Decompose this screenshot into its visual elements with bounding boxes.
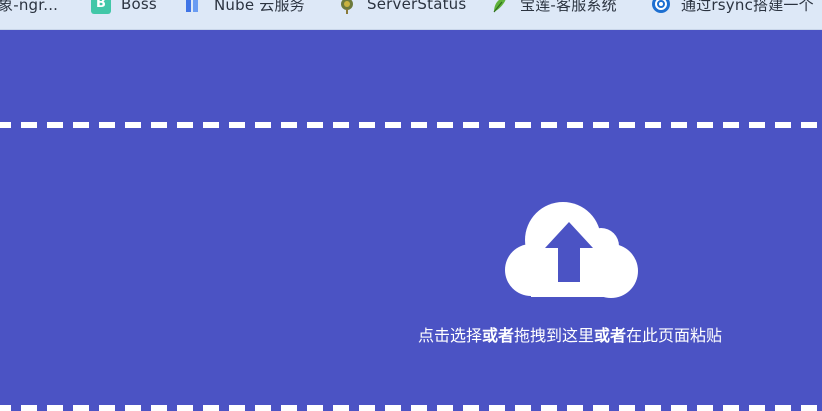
upload-instructions: 点击选择或者拖拽到这里或者在此页面粘贴 — [360, 322, 780, 346]
dashed-border-bottom — [0, 405, 822, 411]
bookmark-item-ngr[interactable]: 象-ngr... — [0, 0, 58, 15]
bookmark-label: 宝莲-客服系统 — [520, 0, 617, 14]
bookmark-item-nube[interactable]: Nube 云服务 — [184, 0, 305, 15]
upload-text-or-1: 或者 — [481, 326, 514, 345]
bookmarks-bar: 象-ngr... B Boss Nube 云服务 ServerStatus 宝莲… — [0, 0, 822, 30]
boss-b-icon: B — [91, 0, 111, 14]
globe-logo-icon — [651, 0, 671, 14]
upload-text-click-select: 点击选择 — [417, 326, 482, 345]
upload-text-paste: 在此页面粘贴 — [626, 326, 723, 345]
server-status-icon — [337, 0, 357, 14]
nube-logo-icon — [184, 0, 204, 14]
dashed-border-top — [0, 122, 822, 128]
bookmark-item-boss[interactable]: B Boss — [91, 0, 157, 15]
bookmark-item-rsync[interactable]: 通过rsync搭建一个 — [651, 0, 814, 15]
bookmark-label: Nube 云服务 — [214, 0, 305, 14]
cloud-upload-icon — [505, 202, 638, 298]
bookmark-item-serverstatus[interactable]: ServerStatus — [337, 0, 466, 15]
bookmark-label: ServerStatus — [367, 0, 467, 13]
upload-dropzone[interactable]: 点击选择或者拖拽到这里或者在此页面粘贴 — [360, 200, 780, 350]
bookmark-label: 象-ngr... — [0, 0, 59, 14]
upload-text-or-2: 或者 — [594, 326, 627, 345]
upload-text-drag-here: 拖拽到这里 — [513, 326, 594, 345]
bookmark-item-kefu[interactable]: 宝莲-客服系统 — [490, 0, 617, 15]
bookmark-label: Boss — [121, 0, 157, 13]
upload-page: 点击选择或者拖拽到这里或者在此页面粘贴 — [0, 30, 822, 411]
bookmark-label: 通过rsync搭建一个 — [681, 0, 814, 14]
leaf-icon — [490, 0, 510, 14]
